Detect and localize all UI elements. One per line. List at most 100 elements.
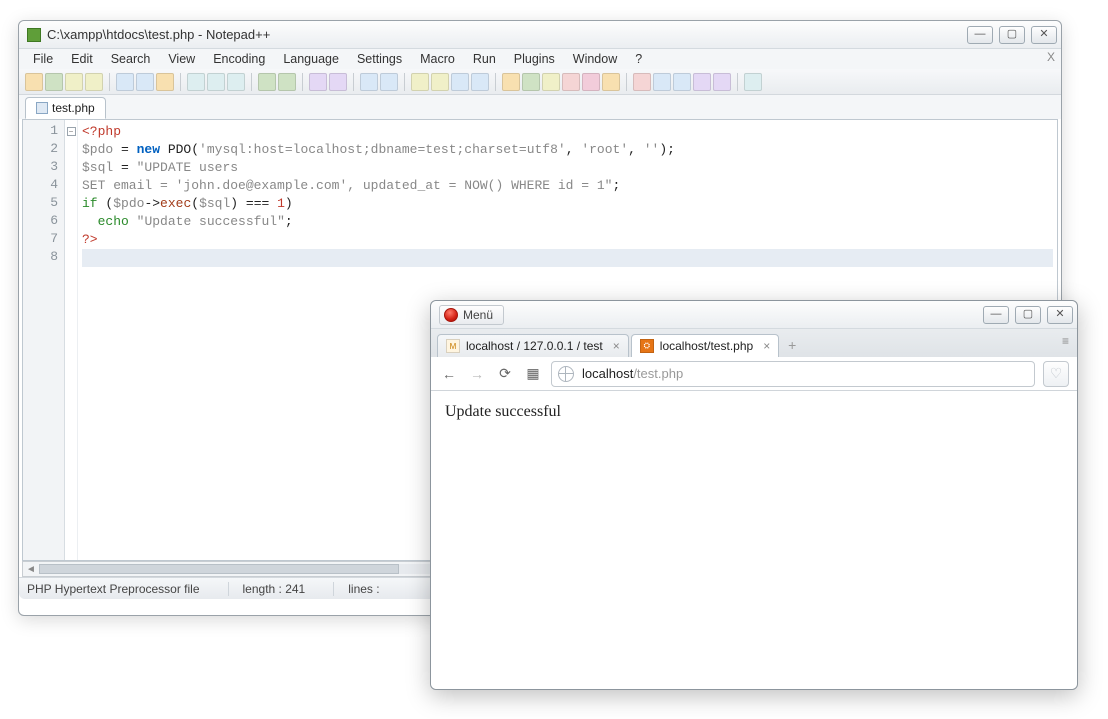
xam-favicon-icon: ⛭ bbox=[640, 339, 654, 353]
url-host: localhost bbox=[582, 366, 633, 381]
file-tab[interactable]: test.php bbox=[25, 97, 106, 119]
bookmark-button[interactable]: ♡ bbox=[1043, 361, 1069, 387]
code-line[interactable]: if ($pdo->exec($sql) === 1) bbox=[82, 195, 1053, 213]
browser-maximize-button[interactable]: ▢ bbox=[1015, 306, 1041, 324]
doc-map-icon[interactable] bbox=[562, 73, 580, 91]
menu-macro[interactable]: Macro bbox=[412, 51, 463, 67]
menu-plugins[interactable]: Plugins bbox=[506, 51, 563, 67]
browser-titlebar[interactable]: Menü — ▢ ✕ bbox=[431, 301, 1077, 329]
save-all-icon[interactable] bbox=[85, 73, 103, 91]
back-button[interactable]: ← bbox=[439, 364, 459, 384]
replace-icon[interactable] bbox=[329, 73, 347, 91]
fold-column: − bbox=[65, 120, 78, 560]
scroll-left-icon[interactable]: ◄ bbox=[23, 564, 39, 575]
menu-help[interactable]: ? bbox=[627, 51, 650, 67]
npp-titlebar[interactable]: C:\xampp\htdocs\test.php - Notepad++ — ▢… bbox=[19, 21, 1061, 49]
print-icon[interactable] bbox=[156, 73, 174, 91]
opera-icon bbox=[444, 308, 458, 322]
paste-icon[interactable] bbox=[227, 73, 245, 91]
file-tab-label: test.php bbox=[52, 101, 95, 115]
open-file-icon[interactable] bbox=[45, 73, 63, 91]
tab-close-icon[interactable]: × bbox=[613, 339, 620, 353]
close-button[interactable]: ✕ bbox=[1031, 26, 1057, 44]
tab-close-x[interactable]: X bbox=[1047, 50, 1055, 64]
speed-dial-button[interactable]: ▦ bbox=[523, 364, 543, 384]
indent-guide-icon[interactable] bbox=[502, 73, 520, 91]
code-line[interactable]: $sql = "UPDATE users bbox=[82, 159, 1053, 177]
menu-encoding[interactable]: Encoding bbox=[205, 51, 273, 67]
status-lines: lines : bbox=[348, 582, 407, 596]
code-line[interactable]: $pdo = new PDO('mysql:host=localhost;dbn… bbox=[82, 141, 1053, 159]
tab-close-icon[interactable]: × bbox=[763, 339, 770, 353]
menu-edit[interactable]: Edit bbox=[63, 51, 101, 67]
npp-tabbar: test.php bbox=[19, 95, 1061, 119]
browser-tab[interactable]: M localhost / 127.0.0.1 / test × bbox=[437, 334, 629, 357]
new-file-icon[interactable] bbox=[25, 73, 43, 91]
fold-toggle-icon[interactable]: − bbox=[67, 127, 76, 136]
new-tab-button[interactable]: + bbox=[781, 337, 803, 357]
npp-app-icon bbox=[27, 28, 41, 42]
folder-icon[interactable] bbox=[522, 73, 540, 91]
menu-window[interactable]: Window bbox=[565, 51, 625, 67]
copy-icon[interactable] bbox=[207, 73, 225, 91]
stop-macro-icon[interactable] bbox=[653, 73, 671, 91]
status-length: length : 241 bbox=[243, 582, 335, 596]
maximize-button[interactable]: ▢ bbox=[999, 26, 1025, 44]
npp-toolbar bbox=[19, 69, 1061, 95]
minimize-button[interactable]: — bbox=[967, 26, 993, 44]
reload-button[interactable]: ⟳ bbox=[495, 364, 515, 384]
status-filetype: PHP Hypertext Preprocessor file bbox=[27, 582, 229, 596]
toolbar-extra-icon[interactable] bbox=[744, 73, 762, 91]
tab-menu-icon[interactable]: ≡ bbox=[1062, 334, 1069, 348]
php-file-icon bbox=[36, 102, 48, 114]
address-bar[interactable]: localhost/test.php bbox=[551, 361, 1035, 387]
wrap-icon[interactable] bbox=[451, 73, 469, 91]
menu-settings[interactable]: Settings bbox=[349, 51, 410, 67]
code-line[interactable]: ?> bbox=[82, 231, 1053, 249]
zoom-in-icon[interactable] bbox=[360, 73, 378, 91]
browser-tab-label: localhost / 127.0.0.1 / test bbox=[466, 339, 603, 353]
sync-v-icon[interactable] bbox=[411, 73, 429, 91]
save-icon[interactable] bbox=[65, 73, 83, 91]
forward-button[interactable]: → bbox=[467, 364, 487, 384]
menu-file[interactable]: File bbox=[25, 51, 61, 67]
menu-language[interactable]: Language bbox=[275, 51, 347, 67]
browser-toolbar: ← → ⟳ ▦ localhost/test.php ♡ bbox=[431, 357, 1077, 391]
scroll-thumb[interactable] bbox=[39, 564, 399, 574]
menu-run[interactable]: Run bbox=[465, 51, 504, 67]
opera-menu-button[interactable]: Menü bbox=[439, 305, 504, 325]
close-all-icon[interactable] bbox=[136, 73, 154, 91]
record-macro-icon[interactable] bbox=[633, 73, 651, 91]
save-macro-icon[interactable] bbox=[713, 73, 731, 91]
npp-title: C:\xampp\htdocs\test.php - Notepad++ bbox=[47, 27, 967, 42]
close-file-icon[interactable] bbox=[116, 73, 134, 91]
globe-icon bbox=[558, 366, 574, 382]
code-line[interactable] bbox=[82, 249, 1053, 267]
spell-icon[interactable] bbox=[602, 73, 620, 91]
url-path: /test.php bbox=[633, 366, 683, 381]
play-macro-icon[interactable] bbox=[673, 73, 691, 91]
browser-tabstrip: M localhost / 127.0.0.1 / test ×⛭ localh… bbox=[431, 329, 1077, 357]
func-list-icon[interactable] bbox=[542, 73, 560, 91]
all-chars-icon[interactable] bbox=[471, 73, 489, 91]
redo-icon[interactable] bbox=[278, 73, 296, 91]
browser-tab[interactable]: ⛭ localhost/test.php × bbox=[631, 334, 779, 357]
code-line[interactable]: echo "Update successful"; bbox=[82, 213, 1053, 231]
undo-icon[interactable] bbox=[258, 73, 276, 91]
opera-menu-label: Menü bbox=[463, 308, 493, 322]
menu-search[interactable]: Search bbox=[103, 51, 159, 67]
browser-minimize-button[interactable]: — bbox=[983, 306, 1009, 324]
monitoring-icon[interactable] bbox=[582, 73, 600, 91]
browser-close-button[interactable]: ✕ bbox=[1047, 306, 1073, 324]
code-line[interactable]: SET email = 'john.doe@example.com', upda… bbox=[82, 177, 1053, 195]
code-line[interactable]: <?php bbox=[82, 123, 1053, 141]
npp-menubar: FileEditSearchViewEncodingLanguageSettin… bbox=[19, 49, 1061, 69]
line-number-gutter: 12345678 bbox=[23, 120, 65, 560]
find-icon[interactable] bbox=[309, 73, 327, 91]
sync-h-icon[interactable] bbox=[431, 73, 449, 91]
zoom-out-icon[interactable] bbox=[380, 73, 398, 91]
multi-play-icon[interactable] bbox=[693, 73, 711, 91]
browser-tab-label: localhost/test.php bbox=[660, 339, 753, 353]
menu-view[interactable]: View bbox=[160, 51, 203, 67]
cut-icon[interactable] bbox=[187, 73, 205, 91]
